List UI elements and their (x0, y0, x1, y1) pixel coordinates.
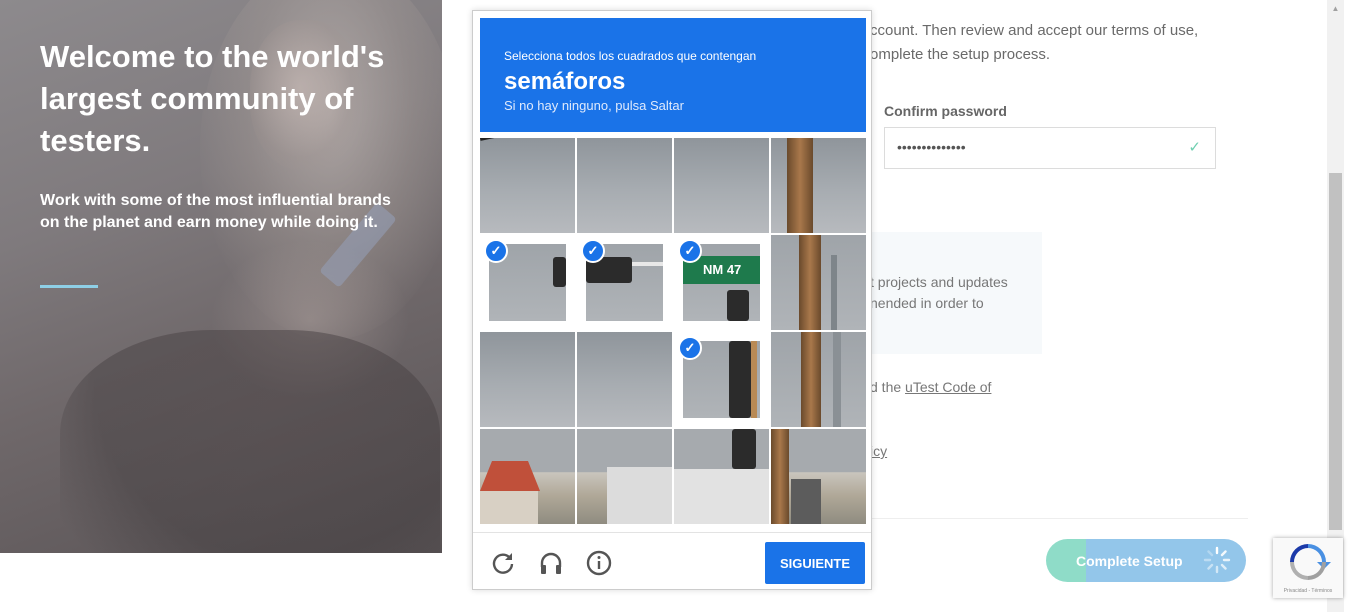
audio-icon[interactable] (538, 550, 564, 576)
info-text: t projects and updates nended in order t… (870, 274, 1008, 311)
captcha-hint: Si no hay ninguno, pulsa Saltar (504, 98, 684, 113)
form-intro-line2: omplete the setup process. (870, 46, 1051, 63)
complete-setup-label: Complete Setup (1076, 552, 1183, 569)
captcha-tile-11[interactable]: ✓ (674, 332, 769, 427)
check-icon: ✓ (581, 239, 605, 263)
captcha-tile-9[interactable] (480, 332, 575, 427)
code-of-conduct-text: d the uTest Code of (870, 379, 991, 395)
captcha-tile-5[interactable]: ✓ (480, 235, 575, 330)
captcha-footer: SIGUIENTE (473, 532, 871, 589)
captcha-tile-4[interactable] (771, 138, 866, 233)
info-icon[interactable] (586, 550, 612, 576)
captcha-tile-3[interactable] (674, 138, 769, 233)
policy-text: icy (870, 443, 887, 459)
captcha-instruction: Selecciona todos los cuadrados que conte… (504, 49, 757, 63)
confirm-password-field[interactable]: •••••••••••••• ✓ (884, 127, 1216, 169)
captcha-tile-6[interactable]: ✓ (577, 235, 672, 330)
hero-divider (40, 285, 98, 288)
captcha-challenge: Selecciona todos los cuadrados que conte… (472, 10, 872, 590)
captcha-header: Selecciona todos los cuadrados que conte… (480, 18, 866, 132)
captcha-tile-12[interactable] (771, 332, 866, 427)
page: Welcome to the world's largest community… (0, 0, 1360, 612)
scrollbar-thumb[interactable] (1329, 173, 1342, 530)
next-button[interactable]: SIGUIENTE (765, 542, 865, 584)
confirm-password-label: Confirm password (884, 103, 1007, 119)
captcha-tile-1[interactable] (480, 138, 575, 233)
captcha-tile-8[interactable] (771, 235, 866, 330)
captcha-tile-7[interactable]: NM 47 ✓ (674, 235, 769, 330)
scroll-up-arrow-icon[interactable]: ▲ (1327, 0, 1344, 17)
hero-title: Welcome to the world's largest community… (40, 39, 385, 158)
complete-setup-button[interactable]: Complete Setup (1046, 539, 1246, 582)
captcha-tile-13[interactable] (480, 429, 575, 524)
captcha-tile-15[interactable] (674, 429, 769, 524)
form-intro-line1: ccount. Then review and accept our terms… (870, 22, 1199, 39)
captcha-tile-10[interactable] (577, 332, 672, 427)
check-icon: ✓ (484, 239, 508, 263)
confirm-password-value: •••••••••••••• (897, 139, 966, 155)
code-prefix: d the (870, 379, 906, 395)
form-divider (870, 518, 1248, 519)
check-icon: ✓ (678, 239, 702, 263)
captcha-tile-14[interactable] (577, 429, 672, 524)
check-icon: ✓ (678, 336, 702, 360)
recaptcha-badge[interactable]: Privacidad - Términos (1273, 538, 1343, 598)
check-icon: ✓ (1188, 139, 1201, 156)
reload-icon[interactable] (490, 550, 516, 576)
code-of-conduct-link[interactable]: uTest Code of (905, 379, 991, 395)
hero-subtitle: Work with some of the most influential b… (40, 192, 391, 231)
captcha-keyword: semáforos (504, 68, 626, 95)
recaptcha-footer[interactable]: Privacidad - Términos (1273, 588, 1343, 594)
captcha-tile-2[interactable] (577, 138, 672, 233)
captcha-grid: ✓ ✓ NM 47 ✓ ✓ (480, 138, 866, 524)
recaptcha-logo-icon (1290, 544, 1331, 580)
hero-panel: Welcome to the world's largest community… (0, 0, 442, 553)
loading-spinner-icon (1203, 546, 1231, 574)
privacy-policy-link[interactable]: icy (870, 443, 887, 459)
captcha-tile-16[interactable] (771, 429, 866, 524)
